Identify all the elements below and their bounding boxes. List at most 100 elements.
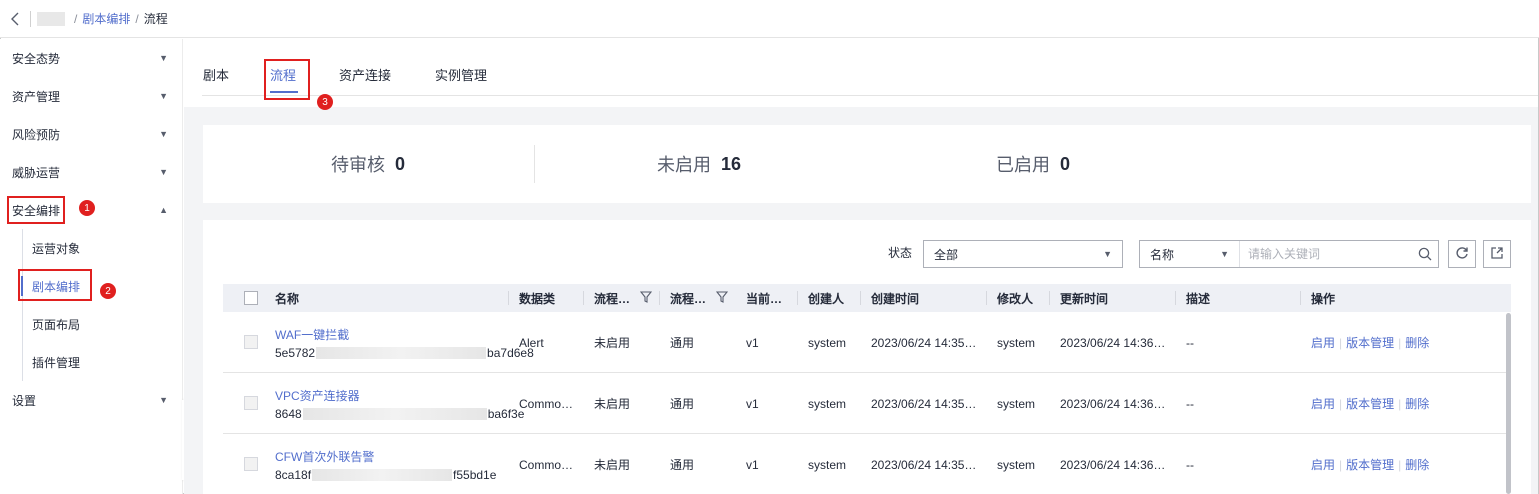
sidebar-item-security-situation[interactable]: 安全态势 ▼ <box>0 39 182 77</box>
main-content: 剧本 流程 资产连接 实例管理 3 待审核 0 未启用 16 已启用 0 状态 … <box>184 39 1538 494</box>
data-class-cell: Commo… <box>519 457 574 472</box>
caret-down-icon: ▼ <box>1103 249 1112 259</box>
search-icon[interactable] <box>1412 247 1438 261</box>
stat-value: 0 <box>395 153 406 174</box>
column-header-name[interactable]: 名称 <box>275 284 299 312</box>
annotation-box-1 <box>7 196 65 224</box>
sidebar-sublist: 运营对象 剧本编排 页面布局 插件管理 <box>0 229 182 381</box>
version-management-link[interactable]: 版本管理 <box>1346 334 1394 351</box>
description-cell: -- <box>1186 396 1194 411</box>
stat-label: 待审核 <box>331 155 385 175</box>
row-checkbox[interactable] <box>244 457 258 471</box>
column-header-label: 流程… <box>594 291 631 306</box>
stat-enabled[interactable]: 已启用 0 <box>996 125 1070 203</box>
table-row: VPC资产连接器 8648 ba6f3e Commo… 未启用 通用 v1 sys… <box>223 373 1511 434</box>
status-cell: 未启用 <box>594 336 631 350</box>
modifier-cell: system <box>997 396 1036 411</box>
tab-asset-connection[interactable]: 资产连接 <box>339 65 391 85</box>
caret-down-icon: ▼ <box>1220 249 1229 259</box>
divider <box>1175 291 1176 305</box>
table-scrollbar[interactable] <box>1506 313 1511 494</box>
version-cell: v1 <box>746 335 759 350</box>
modifier-cell: system <box>997 457 1036 472</box>
table-row: WAF一键拦截 5e5782 ba7d6e8 Alert 未启用 通用 v1 sy… <box>223 312 1511 373</box>
refresh-button[interactable] <box>1448 240 1476 268</box>
chevron-left-icon[interactable] <box>0 0 30 38</box>
caret-up-icon: ▲ <box>159 205 168 215</box>
type-cell: 通用 <box>670 458 695 472</box>
version-management-link[interactable]: 版本管理 <box>1346 395 1394 412</box>
refresh-icon <box>1455 246 1469 263</box>
table-row: CFW首次外联告警 8ca18f f55bd1e Commo… 未启用 通用 v1… <box>223 434 1511 494</box>
status-cell: 未启用 <box>594 458 631 472</box>
divider <box>986 291 987 305</box>
column-header-updated-time[interactable]: 更新时间 <box>1060 284 1108 312</box>
sidebar: 安全态势 ▼ 资产管理 ▼ 风险预防 ▼ 威胁运营 ▼ 安全编排 ▲ 运营对象 … <box>0 39 183 494</box>
column-header-data-class[interactable]: 数据类 <box>519 284 555 312</box>
actions-cell: 启用 | 版本管理 | 删除 <box>1311 334 1430 351</box>
data-class-cell: Commo… <box>519 396 574 411</box>
stats-card: 待审核 0 未启用 16 已启用 0 <box>203 125 1531 203</box>
description-cell: -- <box>1186 457 1194 472</box>
export-button[interactable] <box>1483 240 1511 268</box>
modifier-cell: system <box>997 335 1036 350</box>
delete-link[interactable]: 删除 <box>1405 334 1429 351</box>
version-cell: v1 <box>746 457 759 472</box>
search-field-select[interactable]: 名称 ▼ <box>1140 241 1240 267</box>
row-checkbox[interactable] <box>244 396 258 410</box>
sidebar-item-threat-operations[interactable]: 威胁运营 ▼ <box>0 153 182 191</box>
divider <box>659 291 660 305</box>
table-card: 状态 全部 ▼ 名称 ▼ 请输入关键词 名称 数据类 流程… 流程… 当前… 创… <box>203 220 1531 494</box>
caret-down-icon: ▼ <box>159 129 168 139</box>
name-cell: VPC资产连接器 8648 ba6f3e <box>275 373 524 434</box>
filter-icon[interactable] <box>639 290 653 306</box>
divider <box>508 291 509 305</box>
stat-value: 0 <box>1060 153 1071 174</box>
divider <box>860 291 861 305</box>
sidebar-item-label: 设置 <box>12 393 37 408</box>
column-header-description[interactable]: 描述 <box>1186 284 1210 312</box>
process-name-link[interactable]: VPC资产连接器 <box>275 387 360 404</box>
updated-time-cell: 2023/06/24 14:36… <box>1060 396 1166 411</box>
sidebar-subitem-page-layout[interactable]: 页面布局 <box>0 305 182 343</box>
filter-icon[interactable] <box>715 290 729 306</box>
search-group: 名称 ▼ <box>1139 240 1439 268</box>
status-select-value: 全部 <box>934 247 959 262</box>
column-header-process-type[interactable]: 流程… <box>670 284 729 312</box>
tab-instance-management[interactable]: 实例管理 <box>435 65 487 85</box>
version-management-link[interactable]: 版本管理 <box>1346 456 1394 473</box>
select-all-checkbox[interactable] <box>244 291 258 305</box>
delete-link[interactable]: 删除 <box>1405 456 1429 473</box>
tab-playbook[interactable]: 剧本 <box>203 65 229 85</box>
breadcrumb-playbook[interactable]: 剧本编排 <box>82 10 130 27</box>
annotation-box-2 <box>18 269 92 301</box>
sidebar-subitem-plugin-management[interactable]: 插件管理 <box>0 343 182 381</box>
created-time-cell: 2023/06/24 14:35… <box>871 396 977 411</box>
delete-link[interactable]: 删除 <box>1405 395 1429 412</box>
column-header-created-time[interactable]: 创建时间 <box>871 284 919 312</box>
sidebar-item-settings[interactable]: 设置 ▼ <box>0 381 182 419</box>
divider <box>1049 291 1050 305</box>
stat-pending-review[interactable]: 待审核 0 <box>331 125 405 203</box>
column-header-actions: 操作 <box>1311 291 1336 306</box>
sidebar-subitem-operation-objects[interactable]: 运营对象 <box>0 229 182 267</box>
process-name-link[interactable]: CFW首次外联告警 <box>275 448 374 465</box>
column-header-creator[interactable]: 创建人 <box>808 284 844 312</box>
column-header-modifier[interactable]: 修改人 <box>997 284 1033 312</box>
enable-link[interactable]: 启用 <box>1311 395 1335 412</box>
stat-not-enabled[interactable]: 未启用 16 <box>657 125 741 203</box>
column-header-current-version[interactable]: 当前… <box>746 284 782 312</box>
column-header-process-status[interactable]: 流程… <box>594 284 653 312</box>
caret-down-icon: ▼ <box>159 395 168 405</box>
top-bar: / 剧本编排 / 流程 <box>0 0 1539 38</box>
stat-label: 未启用 <box>657 155 711 175</box>
status-select[interactable]: 全部 ▼ <box>923 240 1123 268</box>
row-checkbox[interactable] <box>244 335 258 349</box>
search-field-value: 名称 <box>1150 247 1175 262</box>
enable-link[interactable]: 启用 <box>1311 334 1335 351</box>
sidebar-item-risk-prevention[interactable]: 风险预防 ▼ <box>0 115 182 153</box>
enable-link[interactable]: 启用 <box>1311 456 1335 473</box>
search-input[interactable] <box>1240 241 1412 267</box>
process-name-link[interactable]: WAF一键拦截 <box>275 326 349 343</box>
sidebar-item-asset-management[interactable]: 资产管理 ▼ <box>0 77 182 115</box>
